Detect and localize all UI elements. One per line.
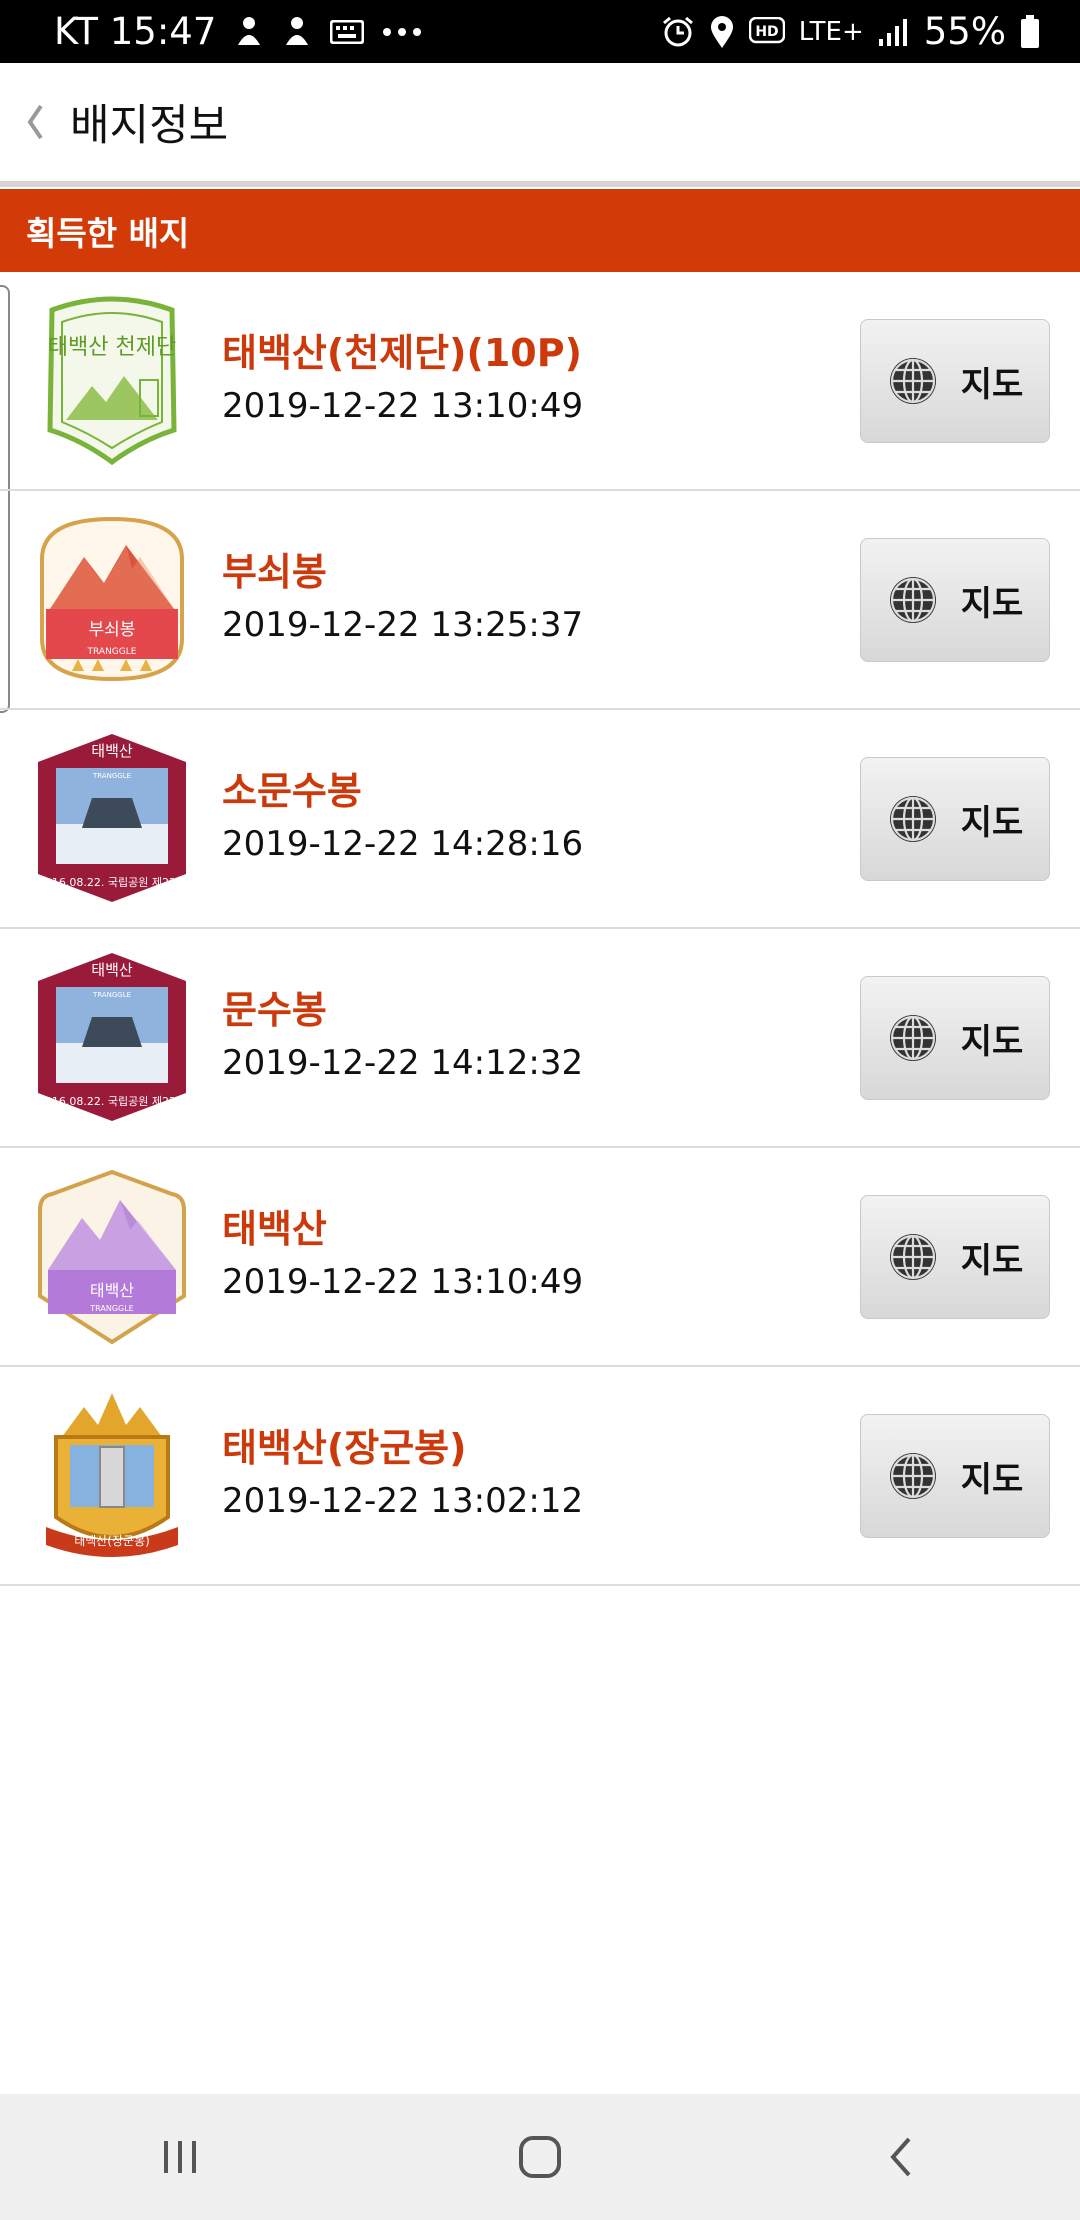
badge-image: 태백산 TRANGGLE 2016.08.22. 국립공원 제22호	[38, 734, 186, 902]
system-nav-bar	[0, 2094, 1080, 2220]
badge-image: 부쇠봉 TRANGGLE	[40, 516, 184, 682]
badge-stamp-text: 태백산	[91, 961, 133, 979]
badge-name: 태백산(천제단)(10P)	[222, 331, 582, 375]
badge-stamp-footer: 2016.08.22. 국립공원 제22호	[38, 876, 186, 889]
globe-icon	[889, 358, 936, 404]
badge-stamp-text: 태백산(장군봉)	[74, 1534, 150, 1548]
badge-stamp-subtext: TRANGGLE	[87, 647, 137, 657]
badge-date: 2019-12-22 13:25:37	[222, 605, 584, 645]
map-button[interactable]: 지도	[860, 538, 1050, 662]
map-button-label: 지도	[960, 1459, 1024, 1500]
map-button[interactable]: 지도	[860, 976, 1050, 1100]
section-header: 획득한 배지	[0, 189, 1080, 272]
badge-image: 태백산 천제단	[47, 296, 177, 466]
back-icon	[890, 2137, 911, 2177]
hd-icon: HD	[748, 16, 785, 47]
map-button-label: 지도	[960, 1021, 1024, 1062]
badge-stamp-footer: 2016.08.22. 국립공원 제22호	[38, 1095, 186, 1108]
badge-name: 문수봉	[222, 988, 327, 1032]
location-icon	[709, 15, 735, 49]
badge-date: 2019-12-22 14:12:32	[222, 1043, 584, 1083]
back-button[interactable]	[10, 92, 60, 152]
badge-stamp-text: 태백산	[90, 1281, 134, 1300]
badge-date: 2019-12-22 13:10:49	[222, 386, 584, 426]
badge-row: 태백산 TRANGGLE 태백산 2019-12-22 13:10:49 지도	[0, 1148, 1080, 1367]
home-button[interactable]	[480, 2117, 600, 2197]
map-button[interactable]: 지도	[860, 319, 1050, 443]
badge-date: 2019-12-22 14:28:16	[222, 824, 584, 864]
badge-row: 태백산(장군봉) 태백산(장군봉) 2019-12-22 13:02:12 지도	[0, 1367, 1080, 1586]
globe-icon	[889, 577, 936, 623]
map-button-label: 지도	[960, 364, 1024, 405]
more-dots-icon	[382, 27, 422, 37]
map-button[interactable]: 지도	[860, 757, 1050, 881]
battery-percent: 55%	[923, 10, 1006, 53]
globe-icon	[889, 796, 936, 842]
signal-icon	[878, 17, 910, 47]
badge-stamp-subtext: TRANGGLE	[89, 1304, 134, 1313]
badge-name: 소문수봉	[222, 769, 362, 813]
app-bar: 배지정보	[0, 63, 1080, 181]
badge-name: 부쇠봉	[222, 550, 327, 594]
network-type: LTE+	[798, 16, 864, 47]
recent-apps-button[interactable]	[120, 2117, 240, 2197]
badge-row: 태백산 TRANGGLE 2016.08.22. 국립공원 제22호 소문수봉 …	[0, 710, 1080, 929]
globe-icon	[889, 1453, 936, 1499]
badge-list: 태백산 천제단 태백산(천제단)(10P) 2019-12-22 13:10:4…	[0, 272, 1080, 1586]
notification-icon	[234, 15, 264, 49]
map-button[interactable]: 지도	[860, 1414, 1050, 1538]
globe-icon	[889, 1015, 936, 1061]
badge-stamp-subtext: TRANGGLE	[92, 991, 131, 999]
badge-row: 태백산 TRANGGLE 2016.08.22. 국립공원 제22호 문수봉 2…	[0, 929, 1080, 1148]
alarm-icon	[661, 15, 695, 49]
app-bar-divider	[0, 181, 1080, 187]
badge-image: 태백산(장군봉)	[46, 1393, 178, 1557]
carrier-time: KT 15:47	[54, 10, 217, 53]
system-back-button[interactable]	[840, 2117, 960, 2197]
badge-name: 태백산	[222, 1207, 327, 1251]
chevron-left-icon	[27, 104, 43, 140]
globe-icon	[889, 1234, 936, 1280]
notification-icon	[282, 15, 312, 49]
badge-image: 태백산 TRANGGLE	[38, 1169, 186, 1345]
map-button-label: 지도	[960, 583, 1024, 624]
badge-stamp-text: 태백산 천제단	[48, 335, 176, 360]
map-button-label: 지도	[960, 1240, 1024, 1281]
map-button[interactable]: 지도	[860, 1195, 1050, 1319]
badge-date: 2019-12-22 13:02:12	[222, 1481, 584, 1521]
badge-image: 태백산 TRANGGLE 2016.08.22. 국립공원 제22호	[38, 953, 186, 1121]
badge-stamp-text: 부쇠봉	[89, 620, 136, 640]
page-title: 배지정보	[70, 101, 229, 151]
map-button-label: 지도	[960, 802, 1024, 843]
badge-row: 부쇠봉 TRANGGLE 부쇠봉 2019-12-22 13:25:37 지도	[0, 491, 1080, 710]
home-icon	[519, 2136, 561, 2178]
badge-name: 태백산(장군봉)	[222, 1426, 467, 1470]
battery-icon	[1020, 14, 1040, 49]
status-bar: KT 15:47 HD LTE+ 55%	[0, 0, 1080, 63]
keyboard-icon	[330, 19, 365, 44]
badge-row: 태백산 천제단 태백산(천제단)(10P) 2019-12-22 13:10:4…	[0, 272, 1080, 491]
badge-stamp-subtext: TRANGGLE	[92, 772, 131, 780]
badge-stamp-text: 태백산	[91, 742, 133, 760]
svg-text:HD: HD	[755, 24, 778, 40]
recent-apps-icon	[164, 2141, 196, 2173]
badge-date: 2019-12-22 13:10:49	[222, 1262, 584, 1302]
